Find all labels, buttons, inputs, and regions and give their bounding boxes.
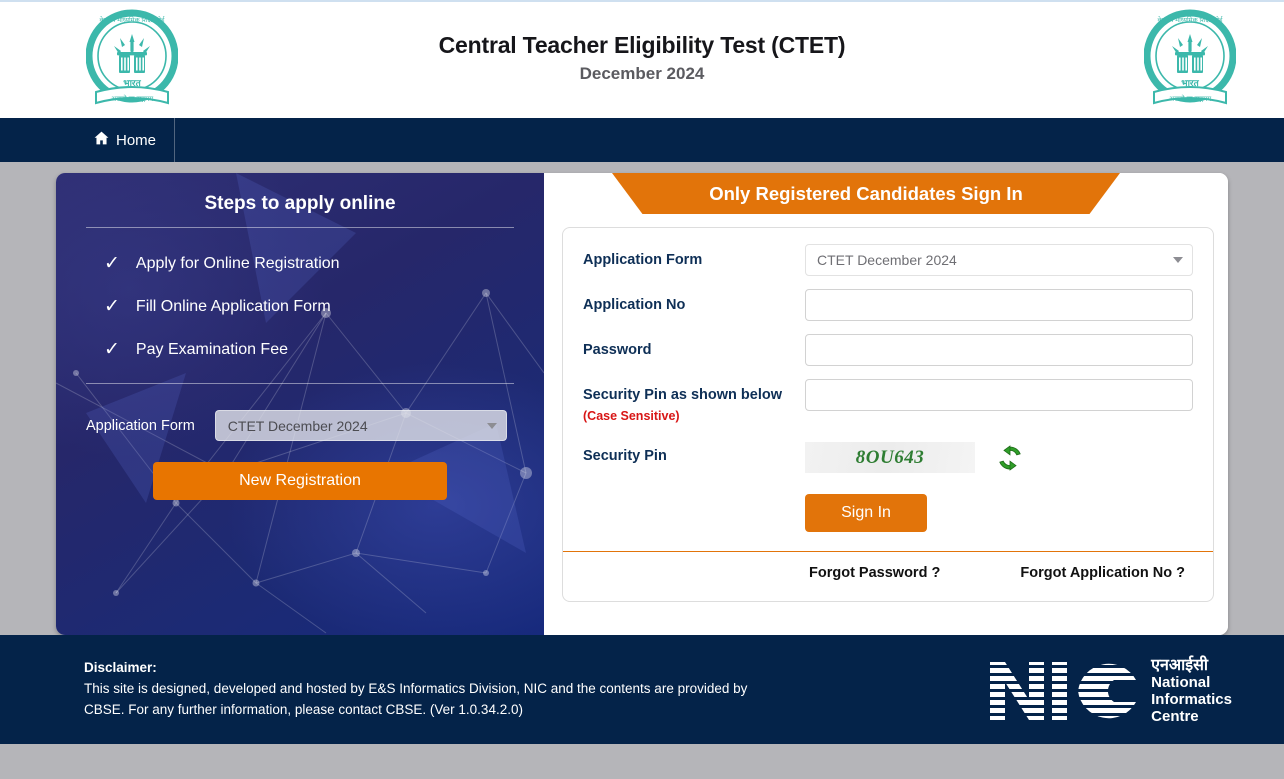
signin-form: Application Form CTET December 2024 Appl… [562,227,1214,602]
refresh-captcha-button[interactable] [995,444,1025,472]
application-form-label: Application Form [583,252,703,268]
field-password: Password [583,334,1193,366]
step-item: ✓ Pay Examination Fee [104,340,514,359]
nic-line-1: National [1151,673,1211,691]
steps-panel: Steps to apply online ✓ Apply for Online… [56,173,544,635]
check-icon: ✓ [104,253,120,274]
application-form-value: CTET December 2024 [817,252,957,268]
page-title: Central Teacher Eligibility Test (CTET) [438,31,846,58]
nic-logo-mark [990,662,1137,721]
captcha-label: Security Pin [583,448,667,465]
captcha-image: 8OU643 [805,442,975,474]
login-card: Steps to apply online ✓ Apply for Online… [56,173,1228,635]
security-pin-input[interactable] [805,379,1193,411]
steps-list: ✓ Apply for Online Registration ✓ Fill O… [104,254,514,359]
nic-hindi-text: एनआईसी [1151,657,1209,674]
left-application-form-label: Application Form [86,417,195,434]
application-no-input[interactable] [805,289,1193,321]
password-input[interactable] [805,334,1193,366]
svg-text:केन्द्रीय माध्यमिक शिक्षा बोर्: केन्द्रीय माध्यमिक शिक्षा बोर्ड [100,16,166,24]
header-title-block: Central Teacher Eligibility Test (CTET) … [439,32,846,84]
main-stage: Steps to apply online ✓ Apply for Online… [0,162,1284,635]
main-navbar: Home [0,118,1284,162]
nic-logo: एनआईसी National Informatics Centre [988,657,1232,725]
refresh-icon [995,444,1025,475]
disclaimer-block: Disclaimer: This site is designed, devel… [0,658,747,721]
field-security-pin: Security Pin as shown below (Case Sensit… [583,379,1193,427]
page-footer: Disclaimer: This site is designed, devel… [0,635,1284,744]
divider-top [86,227,514,228]
svg-text:केन्द्रीय माध्यमिक शिक्षा बोर्: केन्द्रीय माध्यमिक शिक्षा बोर्ड [1158,16,1224,24]
application-form-select[interactable]: CTET December 2024 [805,244,1193,276]
svg-text:असतो मा सद्गमय: असतो मा सद्गमय [111,94,154,103]
page-subtitle: December 2024 [579,64,705,84]
left-application-form-row: Application Form CTET December 2024 [86,410,514,441]
security-pin-label: Security Pin as shown below (Case Sensit… [583,379,805,427]
field-application-no: Application No [583,289,1193,321]
left-application-form-select[interactable]: CTET December 2024 [214,410,507,441]
step-label: Pay Examination Fee [135,340,288,358]
steps-panel-title: Steps to apply online [204,193,396,214]
sign-in-button[interactable]: Sign In [805,494,927,533]
step-label: Apply for Online Registration [135,254,340,272]
forgot-application-no-link[interactable]: Forgot Application No ? [1020,565,1185,581]
security-pin-label-text: Security Pin as shown below [583,387,783,403]
disclaimer-line-2: CBSE. For any further information, pleas… [84,701,523,717]
divider-bottom [86,383,514,384]
disclaimer-line-1: This site is designed, developed and hos… [84,681,748,697]
nic-line-2: Informatics [1151,690,1232,708]
forgot-links-row: Forgot Password ? Forgot Application No … [583,552,1193,581]
case-sensitive-note: (Case Sensitive) [583,409,680,424]
check-icon: ✓ [104,296,120,317]
field-captcha: Security Pin 8OU643 [583,440,1193,474]
step-label: Fill Online Application Form [135,297,331,315]
signin-banner: Only Registered Candidates Sign In [612,173,1120,214]
nic-line-3: Centre [1151,707,1199,725]
application-no-label: Application No [583,297,686,313]
page-header: भारत असतो मा सद्गमय केन्द्रीय माध्यमिक श… [0,0,1284,118]
forgot-password-link[interactable]: Forgot Password ? [809,565,940,581]
cbse-emblem-left: भारत असतो मा सद्गमय केन्द्रीय माध्यमिक श… [85,8,179,118]
nav-item-home-label: Home [116,131,157,149]
chevron-down-icon [486,422,497,429]
nav-item-home[interactable]: Home [0,118,176,162]
password-label: Password [583,342,652,358]
nic-logo-text: एनआईसी National Informatics Centre [1151,657,1232,725]
new-registration-button[interactable]: New Registration [153,462,447,500]
svg-text:असतो मा सद्गमय: असतो मा सद्गमय [1169,94,1212,103]
left-application-form-value: CTET December 2024 [227,417,368,434]
signin-panel: Only Registered Candidates Sign In Appli… [544,173,1228,635]
chevron-down-icon [1173,257,1183,263]
disclaimer-title: Disclaimer: [84,660,157,676]
field-application-form: Application Form CTET December 2024 [583,244,1193,276]
home-icon [94,131,109,149]
step-item: ✓ Apply for Online Registration [104,254,514,273]
captcha-row: 8OU643 [805,440,1025,474]
step-item: ✓ Fill Online Application Form [104,297,514,316]
cbse-emblem-right: भारत असतो मा सद्गमय केन्द्रीय माध्यमिक श… [1143,8,1237,118]
check-icon: ✓ [104,339,120,360]
